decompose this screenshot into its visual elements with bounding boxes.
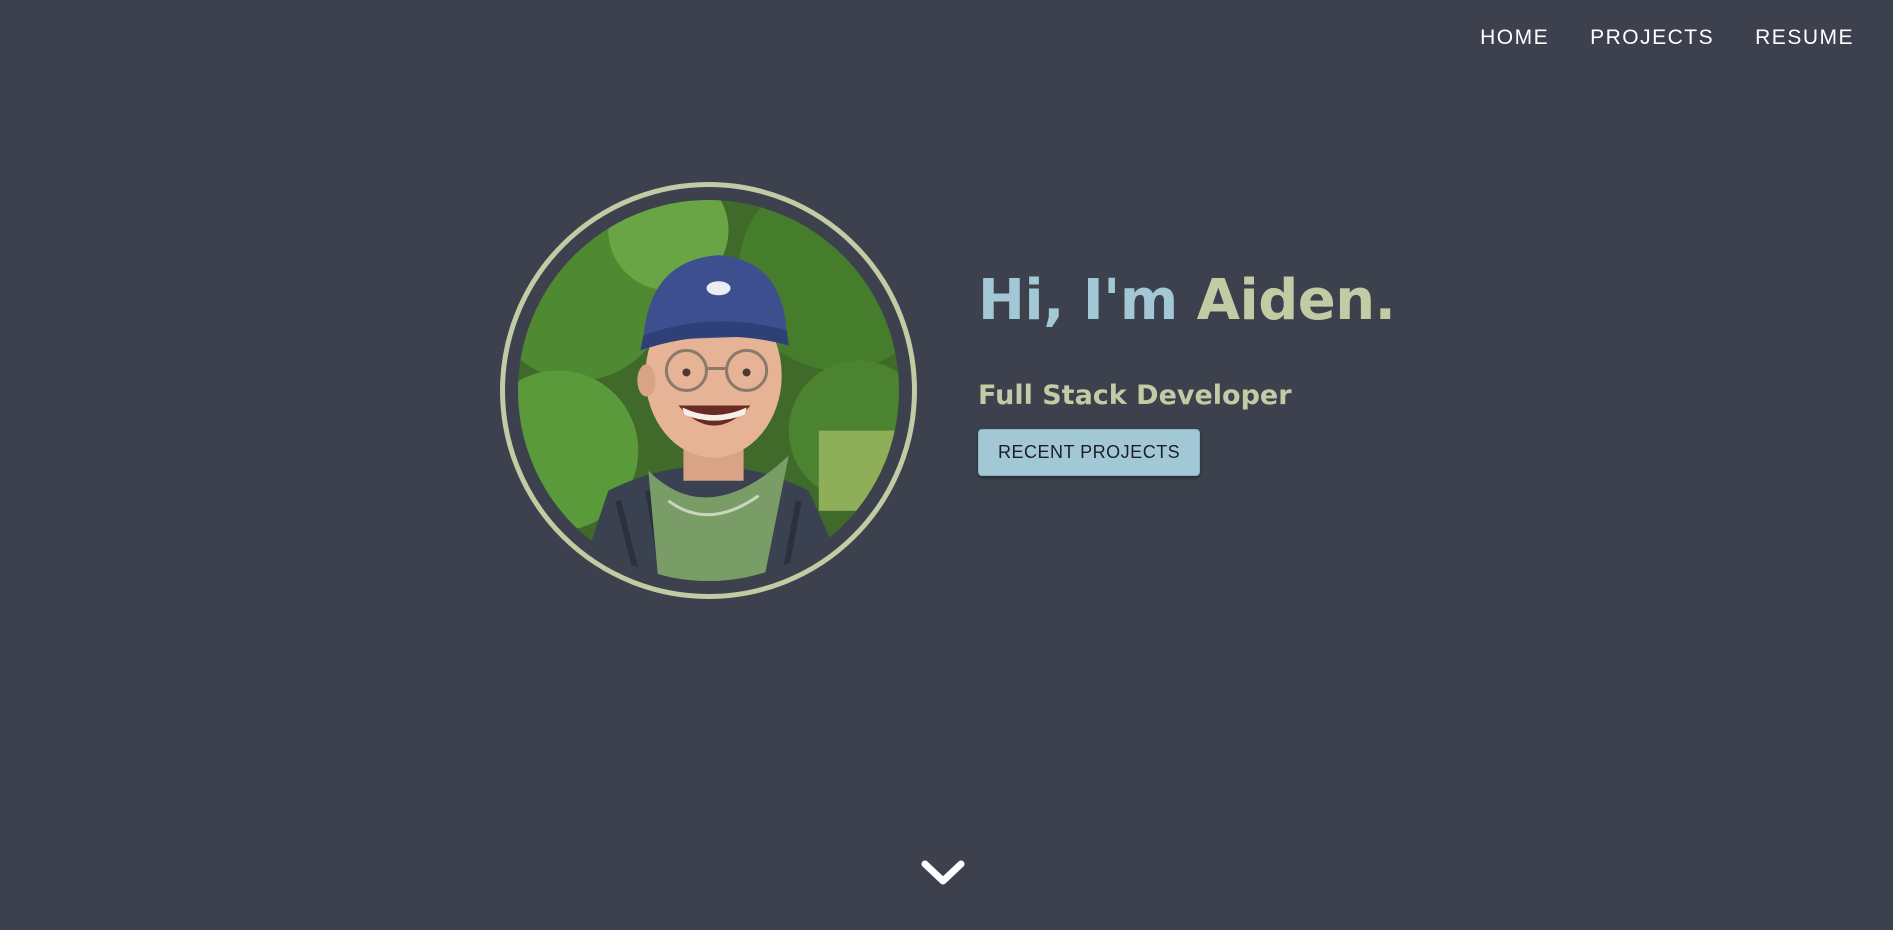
intro-text: Hi, I'm Aiden. Full Stack Developer RECE… xyxy=(978,272,1396,476)
page: HOME PROJECTS RESUME Hi, I'm Aiden. Full… xyxy=(0,0,1893,930)
greeting-heading: Hi, I'm Aiden. xyxy=(978,272,1396,329)
avatar-ring xyxy=(500,182,917,599)
avatar xyxy=(518,200,899,581)
greeting-prefix: Hi, I'm xyxy=(978,267,1197,333)
nav-resume-link[interactable]: RESUME xyxy=(1755,26,1854,50)
recent-projects-button[interactable]: RECENT PROJECTS xyxy=(978,428,1201,476)
chevron-down-icon[interactable] xyxy=(920,858,966,888)
profile-photo xyxy=(518,200,899,581)
nav-home-link[interactable]: HOME xyxy=(1480,26,1549,50)
top-nav: HOME PROJECTS RESUME xyxy=(1480,26,1854,50)
hero-section: Hi, I'm Aiden. Full Stack Developer RECE… xyxy=(500,182,1396,599)
greeting-name: Aiden. xyxy=(1196,267,1396,333)
job-title: Full Stack Developer xyxy=(978,379,1292,411)
nav-projects-link[interactable]: PROJECTS xyxy=(1590,26,1714,50)
